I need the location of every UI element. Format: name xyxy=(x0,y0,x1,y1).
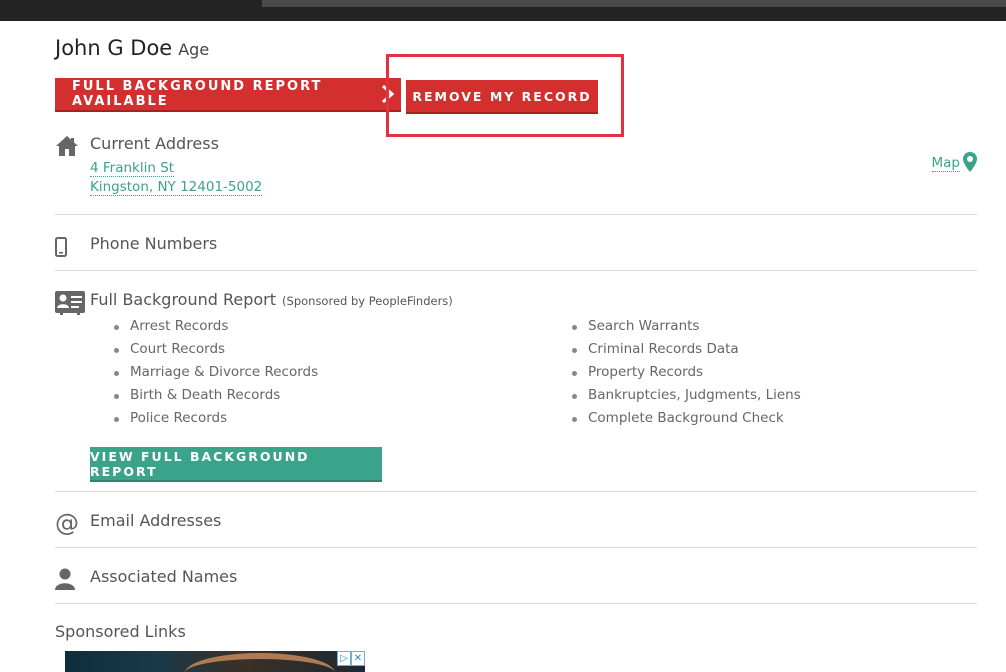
current-address-title: Current Address xyxy=(90,134,219,153)
map-link[interactable]: Map xyxy=(931,152,977,172)
id-card-icon xyxy=(55,291,85,315)
browser-top-bar xyxy=(0,0,1006,21)
current-address-section: Current Address 4 Franklin St Kingston, … xyxy=(55,132,977,202)
address-line2-link[interactable]: Kingston, NY 12401-5002 xyxy=(90,179,263,196)
list-item: Bankruptcies, Judgments, Liens xyxy=(572,384,801,407)
list-item: Birth & Death Records xyxy=(114,384,318,407)
person-header: John G Doe Age xyxy=(55,36,209,60)
divider xyxy=(55,214,977,215)
at-sign-icon: @ xyxy=(55,509,79,537)
person-name: John G Doe xyxy=(55,36,173,60)
ad-choices[interactable]: ▷ ✕ xyxy=(337,651,365,666)
report-list-right: Search Warrants Criminal Records Data Pr… xyxy=(572,315,801,430)
ad-graphic xyxy=(185,653,335,672)
age-label: Age xyxy=(178,40,210,59)
list-item: Property Records xyxy=(572,361,801,384)
sponsored-ad-image[interactable]: ▷ ✕ xyxy=(65,651,365,672)
divider xyxy=(55,270,977,271)
associated-names-title[interactable]: Associated Names xyxy=(90,567,237,586)
ad-info-icon[interactable]: ▷ xyxy=(337,651,351,666)
divider xyxy=(55,603,977,604)
phone-numbers-section: Phone Numbers xyxy=(55,232,977,260)
associated-names-section: Associated Names xyxy=(55,565,977,595)
home-icon xyxy=(56,136,78,156)
ad-close-icon[interactable]: ✕ xyxy=(351,651,365,666)
map-pin-icon xyxy=(963,152,977,172)
top-bar-strip xyxy=(262,0,1006,7)
divider xyxy=(55,491,977,492)
address-line1-link[interactable]: 4 Franklin St xyxy=(90,160,175,177)
list-item: Complete Background Check xyxy=(572,407,801,430)
list-item: Search Warrants xyxy=(572,315,801,338)
person-icon xyxy=(55,568,75,590)
background-report-header: Full Background Report (Sponsored by Peo… xyxy=(90,290,453,309)
view-full-report-label: VIEW FULL BACKGROUND REPORT xyxy=(90,448,310,479)
phone-numbers-title[interactable]: Phone Numbers xyxy=(90,234,217,253)
highlight-box xyxy=(386,54,624,137)
list-item: Criminal Records Data xyxy=(572,338,801,361)
email-addresses-title[interactable]: Email Addresses xyxy=(90,511,221,530)
sponsored-links-title: Sponsored Links xyxy=(55,622,186,641)
full-report-label: FULL BACKGROUND REPORT AVAILABLE xyxy=(72,79,323,109)
full-background-report-button[interactable]: FULL BACKGROUND REPORT AVAILABLE xyxy=(55,78,401,110)
background-report-section: Full Background Report (Sponsored by Peo… xyxy=(55,288,977,318)
email-addresses-section: @ Email Addresses xyxy=(55,509,977,539)
background-report-title: Full Background Report xyxy=(90,290,277,309)
view-full-report-button[interactable]: VIEW FULL BACKGROUND REPORT xyxy=(90,447,382,480)
list-item: Court Records xyxy=(114,338,318,361)
list-item: Arrest Records xyxy=(114,315,318,338)
phone-icon xyxy=(55,237,67,257)
map-label: Map xyxy=(931,155,960,172)
list-item: Marriage & Divorce Records xyxy=(114,361,318,384)
sponsor-note: (Sponsored by PeopleFinders) xyxy=(282,294,453,308)
report-list-left: Arrest Records Court Records Marriage & … xyxy=(114,315,318,430)
divider xyxy=(55,547,977,548)
list-item: Police Records xyxy=(114,407,318,430)
